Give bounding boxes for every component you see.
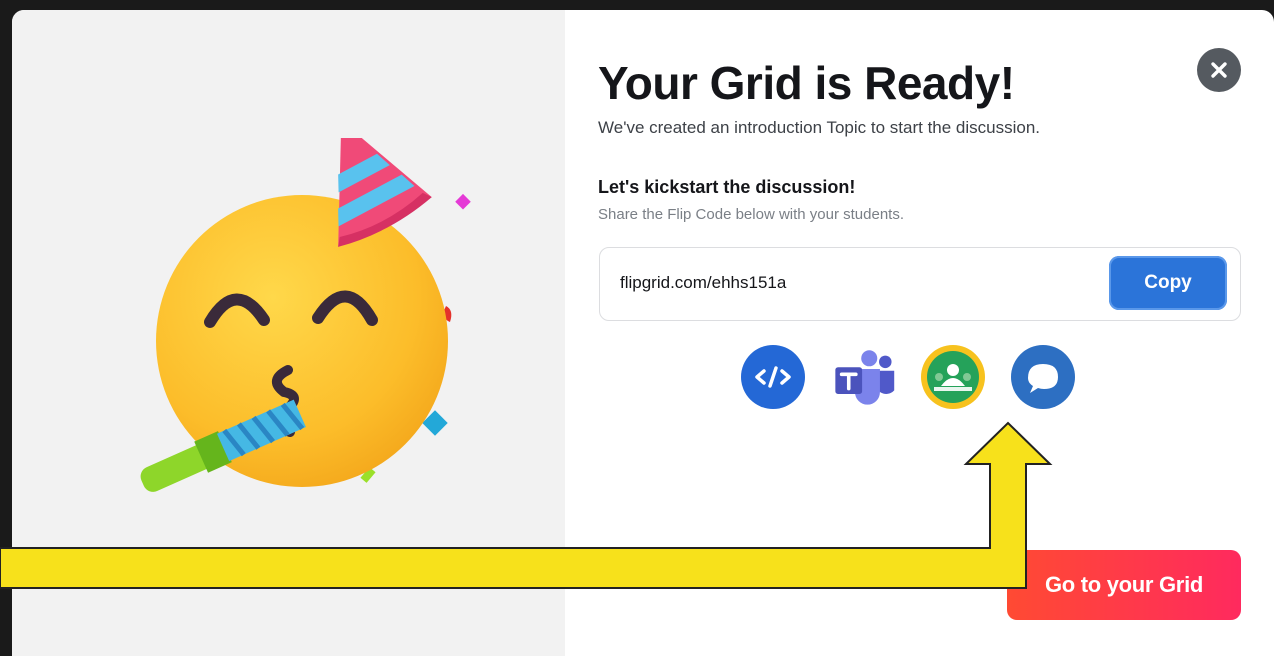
copy-button[interactable]: Copy (1109, 256, 1227, 310)
remind-icon[interactable] (1010, 344, 1076, 410)
microsoft-teams-icon[interactable] (830, 344, 896, 410)
go-to-grid-button[interactable]: Go to your Grid (1007, 550, 1241, 620)
flip-code-url[interactable]: flipgrid.com/ehhs151a (620, 273, 786, 293)
dialog-title: Your Grid is Ready! (598, 57, 1015, 109)
flip-code-field: flipgrid.com/ehhs151a Copy (599, 247, 1241, 321)
kickstart-heading: Let's kickstart the discussion! (598, 177, 856, 197)
google-classroom-icon[interactable] (920, 344, 986, 410)
illustration-panel (12, 10, 565, 656)
close-button[interactable] (1197, 48, 1241, 92)
grid-ready-dialog: Your Grid is Ready! We've created an int… (12, 10, 1274, 656)
party-emoji-illustration (140, 138, 471, 492)
share-options (740, 343, 1076, 411)
embed-code-icon[interactable] (740, 344, 806, 410)
kickstart-description: Share the Flip Code below with your stud… (598, 206, 904, 223)
dialog-subtitle: We've created an introduction Topic to s… (598, 118, 1041, 137)
close-icon (1211, 62, 1227, 78)
